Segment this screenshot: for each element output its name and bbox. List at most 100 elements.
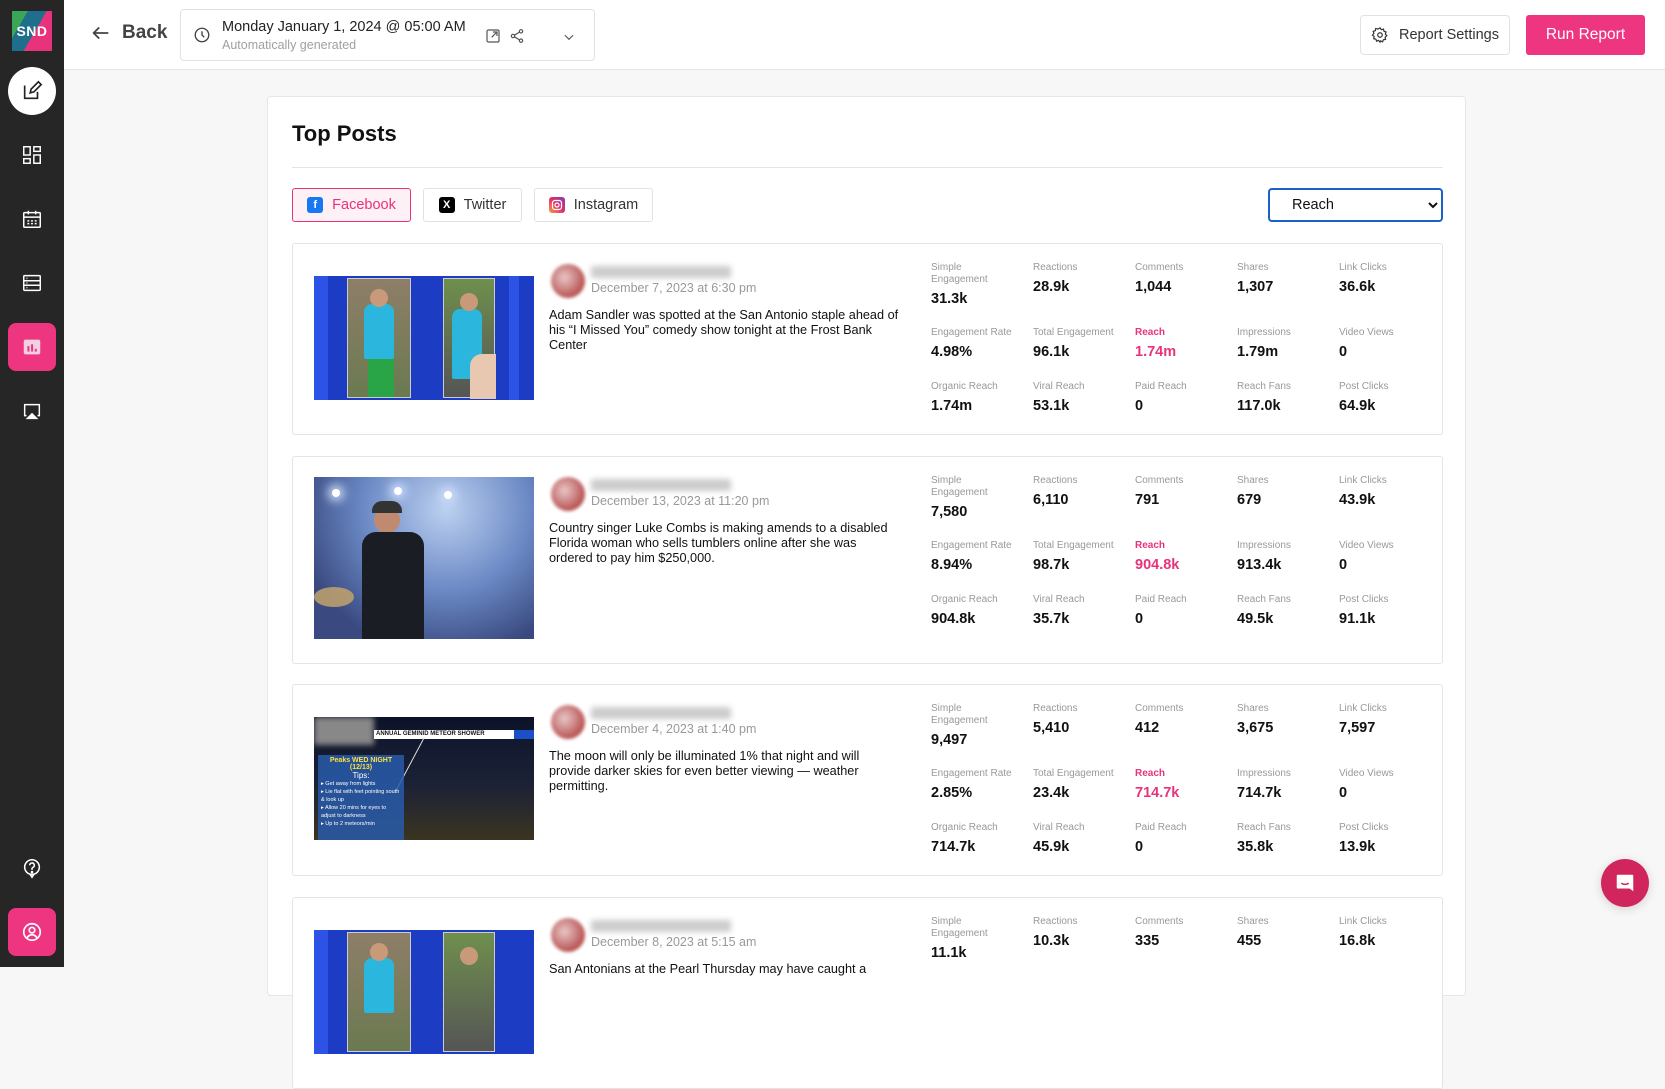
stat-reach: Reach 904.8k [1135,540,1237,594]
stat-label: Paid Reach [1135,594,1187,605]
sidebar-item-calendar[interactable] [8,195,56,243]
stat-label: Simple Engagement [931,475,988,498]
stat-shares: Shares 679 [1237,475,1339,540]
stat-label: Engagement Rate [931,768,1012,779]
sidebar-item-compose[interactable] [8,67,56,115]
post-date: December 8, 2023 at 5:15 am [591,935,757,949]
post-thumbnail[interactable] [314,276,534,400]
stat-value: 64.9k [1339,398,1376,414]
stat-reach: Reach 1.74m [1135,327,1237,381]
stat-value: 23.4k [1033,785,1070,801]
stat-value: 31.3k [931,291,968,307]
stat-value: 36.6k [1339,279,1376,295]
stat-value: 49.5k [1237,611,1274,627]
user-circle-icon [22,922,42,942]
report-settings-button[interactable]: Report Settings [1360,15,1510,55]
stat-value: 16.8k [1339,933,1376,949]
app-logo[interactable]: SND [12,11,52,51]
stat-label: Viral Reach [1033,822,1085,833]
post-card[interactable]: December 13, 2023 at 11:20 pm Country si… [292,456,1443,664]
stat-value: 679 [1237,492,1262,508]
stat-label: Viral Reach [1033,594,1085,605]
stat-value: 35.7k [1033,611,1070,627]
sidebar-item-broadcast[interactable] [8,387,56,435]
stat-value: 904.8k [931,611,976,627]
stat-label: Simple Engagement [931,703,988,726]
stat-shares: Shares 3,675 [1237,703,1339,768]
stat-value: 11.1k [931,945,967,961]
stat-value: 455 [1237,933,1262,949]
stat-comments: Comments 335 [1135,916,1237,981]
sidebar-item-dashboard[interactable] [8,131,56,179]
page-name-redacted [591,479,731,491]
metric-sort-select[interactable]: Reach [1268,188,1443,222]
stat-label: Reactions [1033,703,1078,714]
post-thumbnail[interactable] [314,930,534,1054]
external-link-icon[interactable] [485,28,501,44]
stat-label: Simple Engagement [931,916,988,939]
post-stats: Simple Engagement 11.1k Reactions 10.3k Comm… [931,916,1431,981]
sidebar-item-help[interactable] [8,844,56,892]
post-thumbnail[interactable] [314,477,534,639]
stat-value: 791 [1135,492,1160,508]
page-name-redacted [591,707,731,719]
stat-comments: Comments 1,044 [1135,262,1237,327]
stat-label: Reach Fans [1237,381,1291,392]
list-icon [23,274,41,292]
post-thumbnail[interactable]: ANNUAL GEMINID METEOR SHOWER Peaks WED N… [314,717,534,840]
chat-launcher-button[interactable] [1601,859,1649,907]
stat-viral-reach: Viral Reach 35.7k [1033,594,1135,648]
stat-value: 412 [1135,720,1160,736]
stat-label: Reactions [1033,916,1078,927]
bar-chart-icon [23,339,41,355]
tab-facebook[interactable]: f Facebook [292,188,411,222]
page-avatar [551,918,585,952]
stat-simple-engagement: Simple Engagement 11.1k [931,916,1033,981]
stat-reactions: Reactions 10.3k [1033,916,1135,981]
stat-label: Total Engagement [1033,540,1114,551]
stat-label: Comments [1135,475,1184,486]
stat-value: 53.1k [1033,398,1070,414]
stat-value: 9,497 [931,732,968,748]
stat-label: Shares [1237,916,1269,927]
share-icon[interactable] [509,28,525,44]
post-date: December 13, 2023 at 11:20 pm [591,494,770,508]
sidebar-item-reports[interactable] [8,323,56,371]
stat-paid-reach: Paid Reach 0 [1135,822,1237,876]
post-card[interactable]: ANNUAL GEMINID METEOR SHOWER Peaks WED N… [292,684,1443,876]
gear-icon [1371,27,1388,44]
stat-label: Post Clicks [1339,594,1389,605]
stat-value: 714.7k [931,839,976,855]
report-date-selector[interactable]: Monday January 1, 2024 @ 05:00 AM Automa… [180,9,595,61]
stat-impressions: Impressions 714.7k [1237,768,1339,822]
stat-label: Impressions [1237,768,1291,779]
stat-video-views: Video Views 0 [1339,768,1441,822]
stat-value: 7,580 [931,504,968,520]
stat-paid-reach: Paid Reach 0 [1135,594,1237,648]
stat-label: Link Clicks [1339,916,1387,927]
stat-value: 35.8k [1237,839,1274,855]
stat-label: Post Clicks [1339,822,1389,833]
stat-label: Total Engagement [1033,768,1114,779]
stat-simple-engagement: Simple Engagement 9,497 [931,703,1033,768]
stat-label: Reactions [1033,262,1078,273]
stat-label: Post Clicks [1339,381,1389,392]
stat-label: Impressions [1237,540,1291,551]
sidebar-item-list[interactable] [8,259,56,307]
stat-label: Organic Reach [931,822,998,833]
sidebar-item-account[interactable] [8,908,56,956]
stat-reach: Reach 714.7k [1135,768,1237,822]
tab-twitter[interactable]: X Twitter [423,188,522,222]
back-button[interactable]: Back [90,22,167,44]
stat-value: 1.74m [1135,344,1177,360]
stat-value: 904.8k [1135,557,1180,573]
stat-label: Total Engagement [1033,327,1114,338]
tab-instagram[interactable]: Instagram [534,188,653,222]
stat-label: Shares [1237,262,1269,273]
post-card[interactable]: December 7, 2023 at 6:30 pm Adam Sandler… [292,243,1443,435]
post-card[interactable]: December 8, 2023 at 5:15 am San Antonian… [292,897,1443,1089]
stat-viral-reach: Viral Reach 53.1k [1033,381,1135,435]
run-report-button[interactable]: Run Report [1526,15,1645,55]
instagram-icon [548,197,565,213]
chevron-down-icon[interactable] [562,30,576,44]
